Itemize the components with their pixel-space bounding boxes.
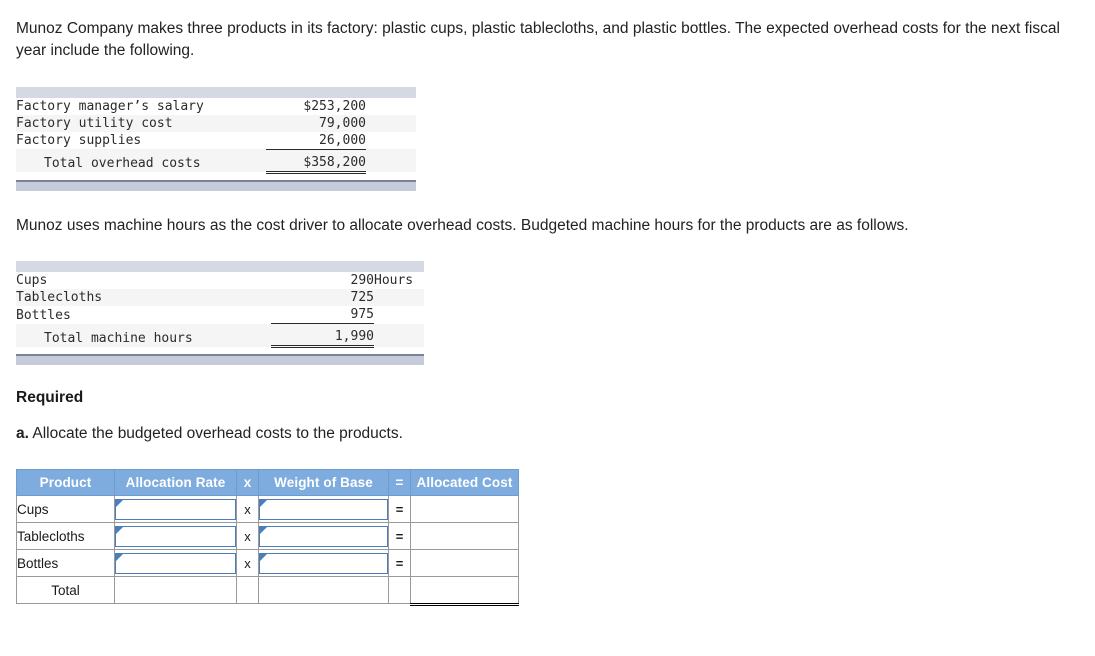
row-unit	[366, 98, 416, 115]
row-value: 290	[350, 273, 374, 289]
allocation-rate-input-bottles[interactable]	[115, 552, 236, 574]
table-row: Factory utility cost 79,000	[16, 114, 416, 132]
row-unit	[374, 289, 424, 307]
total-value: $358,200	[266, 149, 366, 174]
total-label: Total overhead costs	[16, 149, 266, 173]
row-product-tablecloths: Tablecloths	[16, 522, 115, 551]
row-value: 79,000	[266, 114, 366, 132]
total-allocated-cost	[410, 576, 520, 607]
table-row: Factory supplies 26,000	[16, 131, 416, 150]
row-label-total: Total	[16, 576, 115, 605]
header-multiply-operator: x	[236, 469, 259, 497]
row-product-cups: Cups	[16, 495, 115, 524]
table-bottom-bar	[16, 179, 416, 191]
overhead-cost-table: Factory manager’s salary $253,200 Factor…	[16, 86, 1079, 191]
table-total-row: Total machine hours 1,990	[16, 323, 424, 349]
header-equals-operator: =	[388, 469, 411, 497]
total-value: 1,990	[271, 323, 374, 349]
machine-hours-grid: Cups 290 Hours Tablecloths 725 Bottles 9…	[16, 272, 424, 349]
cell-weight-of-base-tablecloths[interactable]	[258, 522, 389, 551]
required-heading: Required	[16, 389, 84, 407]
table-row: Cups 290 Hours	[16, 272, 424, 289]
table-row: Bottles x =	[16, 549, 519, 578]
row-label: Factory supplies	[16, 133, 142, 149]
header-allocation-rate: Allocation Rate	[114, 469, 237, 497]
row-label: Cups	[16, 273, 48, 289]
row-label: Bottles	[16, 307, 71, 323]
table-row: Cups x =	[16, 495, 519, 524]
table-row: Factory manager’s salary $253,200	[16, 98, 416, 115]
requirement-a: a. Allocate the budgeted overhead costs …	[16, 425, 1079, 443]
row-value: 26,000	[266, 131, 366, 150]
table-row: Bottles 975	[16, 306, 424, 325]
allocation-rate-input-tablecloths[interactable]	[115, 525, 236, 547]
requirement-a-text: Allocate the budgeted overhead costs to …	[28, 425, 403, 443]
answer-table-header-row: Product Allocation Rate x Weight of Base…	[16, 469, 519, 497]
cell-weight-of-base-cups[interactable]	[258, 495, 389, 524]
total-equals-cell	[388, 576, 411, 605]
row-value: 975	[271, 306, 374, 325]
requirement-a-marker: a.	[16, 425, 29, 443]
operator-equals-bottles: =	[388, 549, 411, 578]
total-multiply-cell	[236, 576, 259, 605]
header-allocated-cost: Allocated Cost	[410, 469, 519, 497]
table-top-bar	[16, 261, 424, 273]
cell-allocation-rate-cups[interactable]	[114, 495, 237, 524]
row-value: $253,200	[303, 98, 366, 114]
allocated-cost-tablecloths	[410, 522, 519, 551]
row-unit	[366, 132, 416, 150]
machine-hours-table: Cups 290 Hours Tablecloths 725 Bottles 9…	[16, 261, 1079, 366]
allocated-cost-cups	[410, 495, 519, 524]
allocated-cost-bottles	[410, 549, 519, 578]
row-unit	[374, 306, 424, 324]
operator-multiply-tablecloths: x	[236, 522, 259, 551]
row-value: 725	[271, 289, 374, 307]
operator-multiply-bottles: x	[236, 549, 259, 578]
weight-of-base-input-cups[interactable]	[259, 498, 388, 520]
total-label: Total machine hours	[16, 323, 271, 347]
header-weight-of-base: Weight of Base	[258, 469, 389, 497]
table-row: Tablecloths 725	[16, 289, 424, 307]
table-row: Tablecloths x =	[16, 522, 519, 551]
weight-of-base-input-tablecloths[interactable]	[259, 525, 388, 547]
cell-allocation-rate-tablecloths[interactable]	[114, 522, 237, 551]
overhead-cost-grid: Factory manager’s salary $253,200 Factor…	[16, 98, 416, 174]
row-product-bottles: Bottles	[16, 549, 115, 578]
weight-of-base-input-bottles[interactable]	[259, 552, 388, 574]
header-product: Product	[16, 469, 115, 497]
table-total-row: Total	[16, 576, 520, 607]
operator-multiply-cups: x	[236, 495, 259, 524]
worksheet-page: Munoz Company makes three products in it…	[0, 0, 1095, 607]
intro-paragraph: Munoz Company makes three products in it…	[16, 20, 1060, 60]
row-unit: Hours	[374, 273, 414, 289]
table-top-bar	[16, 86, 416, 98]
cell-weight-of-base-bottles[interactable]	[258, 549, 389, 578]
row-label: Factory utility cost	[16, 114, 266, 132]
total-allocation-rate-cell	[114, 576, 237, 605]
row-unit	[366, 114, 416, 132]
total-unit	[366, 149, 416, 173]
total-unit	[374, 323, 424, 347]
operator-equals-tablecloths: =	[388, 522, 411, 551]
table-bottom-bar	[16, 354, 424, 366]
row-label: Factory manager’s salary	[16, 98, 204, 114]
allocation-rate-input-cups[interactable]	[115, 498, 236, 520]
cell-allocation-rate-bottles[interactable]	[114, 549, 237, 578]
operator-equals-cups: =	[388, 495, 411, 524]
row-label: Tablecloths	[16, 289, 271, 307]
machine-hours-paragraph: Munoz uses machine hours as the cost dri…	[16, 216, 909, 234]
table-total-row: Total overhead costs $358,200	[16, 149, 416, 174]
total-weight-of-base-cell	[258, 576, 389, 605]
allocation-answer-table: Product Allocation Rate x Weight of Base…	[16, 469, 520, 607]
